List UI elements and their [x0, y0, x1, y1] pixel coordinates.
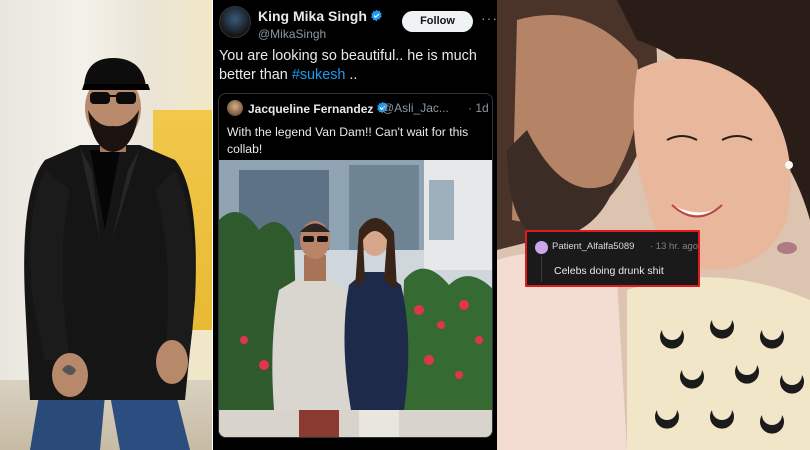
tweet-screenshot: King Mika Singh @MikaSingh Follow ··· Yo… — [213, 0, 497, 450]
left-photo — [0, 0, 213, 450]
man-in-black-jacket-image — [24, 58, 196, 450]
couple-selfie-image — [497, 0, 810, 450]
right-photo: Patient_Alfalfa5089 · 13 hr. ago Celebs … — [497, 0, 810, 450]
tweet-author-handle[interactable]: @MikaSingh — [258, 27, 326, 41]
comment-thread-line — [541, 256, 542, 282]
quoted-author-name: Jacqueline Fernandez — [248, 101, 389, 116]
comment-avatar — [535, 241, 548, 254]
quoted-handle: @Asli_Jac... — [382, 101, 449, 115]
follow-button[interactable]: Follow — [402, 11, 473, 32]
quoted-timestamp: · 1d — [468, 101, 489, 115]
comment-timestamp: · 13 hr. ago — [650, 241, 699, 252]
quoted-text: With the legend Van Dam!! Can't wait for… — [227, 125, 469, 156]
tweet-text: You are looking so beautiful.. he is muc… — [219, 47, 493, 85]
reddit-comment: Patient_Alfalfa5089 · 13 hr. ago Celebs … — [525, 230, 700, 287]
quoted-tweet[interactable]: Jacqueline Fernandez @Asli_Jac... · 1d W… — [218, 93, 493, 438]
more-options-icon[interactable]: ··· — [481, 10, 497, 26]
tweet-author-name[interactable]: King Mika Singh — [258, 8, 383, 24]
comment-username[interactable]: Patient_Alfalfa5089 — [552, 241, 634, 252]
author-display-name: King Mika Singh — [258, 8, 367, 24]
quoted-avatar — [227, 100, 243, 116]
comment-text: Celebs doing drunk shit — [554, 265, 664, 277]
hashtag-link[interactable]: #sukesh — [292, 67, 346, 83]
quoted-tweet-photo[interactable] — [219, 160, 493, 438]
verified-badge-icon — [371, 9, 382, 22]
tweet-text-suffix: .. — [345, 67, 358, 83]
quoted-display-name: Jacqueline Fernandez — [248, 102, 374, 116]
avatar[interactable] — [219, 6, 251, 38]
